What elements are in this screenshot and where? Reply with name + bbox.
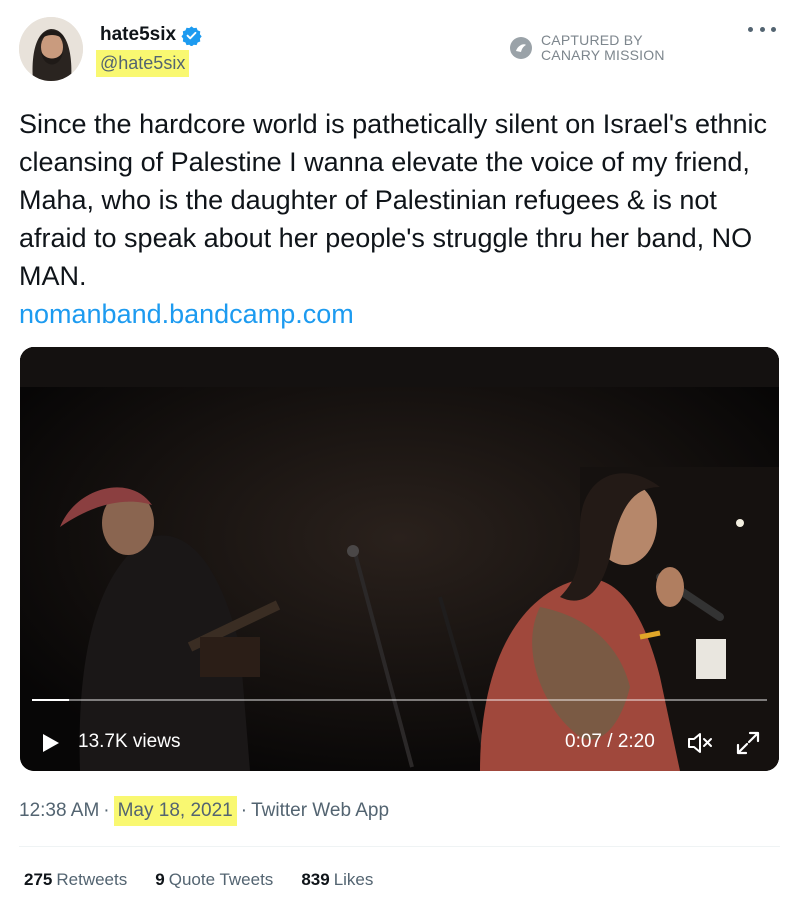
retweets-stat[interactable]: 275 Retweets (24, 870, 127, 890)
meta-separator: · (103, 800, 110, 821)
fullscreen-icon[interactable] (734, 729, 762, 757)
watermark-line-2: CANARY MISSION (541, 47, 665, 63)
tweet-text: Since the hardcore world is pathetically… (19, 105, 779, 333)
video-frame (20, 347, 779, 771)
divider (19, 846, 780, 847)
quote-tweets-count: 9 (155, 870, 165, 889)
play-icon[interactable] (40, 733, 60, 753)
avatar[interactable] (19, 17, 83, 81)
tweet-source[interactable]: Twitter Web App (251, 800, 389, 822)
watermark-line-1: CAPTURED BY (541, 32, 643, 48)
verified-badge-icon (181, 25, 202, 46)
likes-label: Likes (333, 870, 374, 889)
user-handle[interactable]: @hate5six (96, 50, 190, 77)
likes-stat[interactable]: 839 Likes (301, 870, 373, 890)
tweet-body: Since the hardcore world is pathetically… (19, 109, 768, 291)
video-views: 13.7K views (78, 731, 181, 752)
video-player[interactable]: 13.7K views 0:07 / 2:20 (20, 347, 779, 771)
tweet-date[interactable]: May 18, 2021 (113, 796, 237, 826)
likes-count: 839 (301, 870, 330, 889)
tweet-stats: 275 Retweets 9 Quote Tweets 839 Likes (24, 870, 373, 890)
display-name-text: hate5six (100, 24, 177, 45)
retweets-count: 275 (24, 870, 53, 889)
video-progress-fill (32, 699, 69, 701)
user-avatar-icon (19, 17, 83, 81)
display-name[interactable]: hate5six (100, 24, 202, 46)
watermark: CAPTURED BY CANARY MISSION (509, 33, 665, 63)
tweet-link[interactable]: nomanband.bandcamp.com (19, 295, 779, 333)
mute-icon[interactable] (686, 731, 714, 755)
canary-logo-icon (510, 37, 532, 59)
tweet-time[interactable]: 12:38 AM (19, 800, 99, 822)
meta-separator-2: · (240, 800, 248, 821)
video-progress-bar[interactable] (32, 699, 767, 701)
retweets-label: Retweets (56, 870, 128, 889)
more-options-icon[interactable] (748, 20, 776, 38)
quote-tweets-label: Quote Tweets (168, 870, 274, 889)
video-time: 0:07 / 2:20 (565, 731, 655, 752)
tweet-meta: 12:38 AM · May 18, 2021 · Twitter Web Ap… (19, 796, 389, 826)
quote-tweets-stat[interactable]: 9 Quote Tweets (155, 870, 273, 890)
